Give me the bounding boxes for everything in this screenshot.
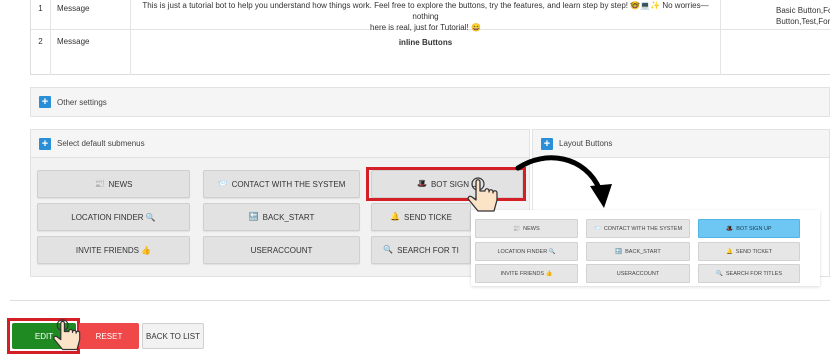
other-settings-header[interactable]: + Other settings — [31, 88, 829, 116]
preview-location-finder-button: LOCATION FINDER 🔍 — [475, 242, 578, 261]
button-label: SEND TICKE — [404, 212, 452, 222]
table-row[interactable]: 2 Message inline Buttons — [31, 30, 830, 75]
back-arrow-icon: 🔙 — [615, 248, 623, 255]
plus-icon[interactable]: + — [39, 137, 51, 150]
preview-bot-signup-button: 🎩 BOT SIGN UP — [698, 219, 800, 238]
submenu-useraccount-button[interactable]: USERACCOUNT — [203, 236, 360, 264]
newspaper-icon: 📰 — [94, 179, 105, 188]
button-label: NEWS — [108, 179, 133, 189]
button-label: CONTACT WITH THE SYSTEM — [603, 225, 683, 232]
submenu-send-ticket-button[interactable]: 🔔 SEND TICKE — [371, 203, 471, 231]
panel-title: Select default submenus — [57, 139, 145, 148]
submenu-news-button[interactable]: 📰 NEWS — [37, 170, 190, 198]
top-hat-icon: 🎩 — [726, 225, 734, 232]
pointer-hand-icon — [467, 177, 498, 212]
preview-contact-button: 📨 CONTACT WITH THE SYSTEM — [586, 219, 690, 238]
row-text: inline Buttons — [131, 30, 721, 75]
row-number: 1 — [31, 0, 51, 29]
bell-icon: 🔔 — [725, 248, 733, 255]
submenu-invite-friends-button[interactable]: INVITE FRIENDS 👍 — [37, 236, 190, 264]
pointer-hand-icon — [53, 319, 81, 351]
table-row[interactable]: 1 Message This is just a tutorial bot to… — [31, 0, 830, 32]
magnifier-icon: 🔍 — [383, 245, 394, 254]
row-number: 2 — [31, 30, 51, 75]
curved-arrow-icon — [515, 155, 612, 208]
envelope-icon: 📨 — [593, 225, 601, 232]
button-label: INVITE FRIENDS 👍 — [75, 245, 152, 255]
preview-news-button: 📰 NEWS — [475, 219, 578, 238]
button-label: LOCATION FINDER 🔍 — [71, 212, 156, 222]
panel-title: Layout Buttons — [559, 139, 613, 148]
highlight-box — [366, 167, 526, 201]
newspaper-icon: 📰 — [513, 225, 521, 232]
preview-back-start-button: 🔙 BACK_START — [586, 242, 690, 261]
button-label: INVITE FRIENDS 👍 — [500, 270, 553, 277]
button-label: SEND TICKET — [735, 248, 773, 255]
button-label: NEWS — [523, 225, 540, 232]
panel-title: Other settings — [57, 97, 107, 107]
row-buttons-line: Button,Test,Form_ — [776, 17, 830, 26]
button-label: LOCATION FINDER 🔍 — [497, 248, 556, 255]
magnifier-icon: 🔍 — [716, 270, 723, 277]
row-buttons: Basic Button,Form-mak Button,Test,Form_ — [721, 0, 830, 29]
row-type: Message — [51, 30, 131, 75]
preview-invite-friends-button: INVITE FRIENDS 👍 — [475, 264, 578, 283]
button-label: SEARCH FOR TI — [397, 245, 459, 255]
preview-send-ticket-button: 🔔 SEND TICKET — [698, 242, 800, 261]
divider — [10, 300, 830, 301]
row-buttons — [721, 30, 830, 75]
plus-icon[interactable]: + — [39, 96, 51, 108]
button-label: CONTACT WITH THE SYSTEM — [231, 179, 346, 189]
button-label: BACK_START — [262, 212, 315, 222]
row-type: Message — [51, 0, 131, 29]
button-label: USERACCOUNT — [616, 270, 660, 277]
messages-table: 1 Message This is just a tutorial bot to… — [30, 0, 830, 75]
preview-useraccount-button: USERACCOUNT — [586, 264, 690, 283]
submenu-contact-button[interactable]: 📨 CONTACT WITH THE SYSTEM — [203, 170, 360, 198]
button-label: SEARCH FOR TITLES — [725, 270, 782, 277]
bell-icon: 🔔 — [390, 212, 401, 221]
back-to-list-button[interactable]: BACK TO LIST — [142, 323, 204, 349]
row-text-line: This is just a tutorial bot to help you … — [142, 1, 709, 21]
preview-search-titles-button: 🔍 SEARCH FOR TITLES — [698, 264, 800, 283]
submenu-location-finder-button[interactable]: LOCATION FINDER 🔍 — [37, 203, 190, 231]
plus-icon[interactable]: + — [541, 137, 553, 150]
envelope-icon: 📨 — [217, 179, 228, 188]
button-label: BOT SIGN UP — [736, 225, 772, 232]
reset-button[interactable]: RESET — [79, 323, 139, 349]
submenu-search-titles-button[interactable]: 🔍 SEARCH FOR TI — [371, 236, 471, 264]
submenus-header[interactable]: + Select default submenus — [31, 130, 529, 158]
submenu-back-start-button[interactable]: 🔙 BACK_START — [203, 203, 360, 231]
button-label: BACK_START — [625, 248, 661, 255]
other-settings-panel[interactable]: + Other settings — [30, 87, 830, 117]
row-text: This is just a tutorial bot to help you … — [131, 0, 721, 32]
row-buttons-line: Basic Button,Form-mak — [776, 6, 830, 15]
back-arrow-icon: 🔙 — [248, 212, 259, 221]
button-label: USERACCOUNT — [250, 245, 313, 255]
